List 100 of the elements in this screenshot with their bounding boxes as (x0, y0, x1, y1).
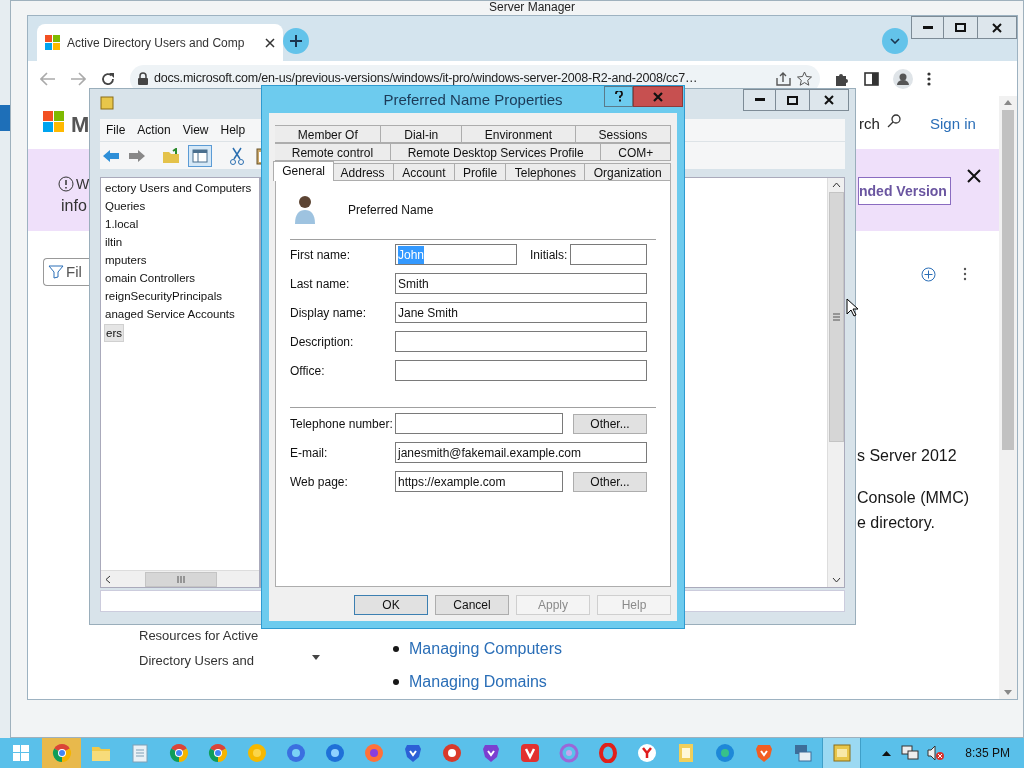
text-field[interactable]: Jane Smith (395, 302, 647, 323)
close-button[interactable] (977, 16, 1017, 39)
scroll-down-icon[interactable] (831, 577, 841, 583)
ring-icon (597, 743, 618, 763)
sign-in-link[interactable]: Sign in (930, 113, 976, 136)
dialog-button[interactable]: OK (354, 595, 428, 615)
search-icon[interactable] (887, 114, 901, 128)
tree-item[interactable]: ers (104, 324, 124, 342)
tree-item[interactable]: mputers (104, 252, 148, 270)
dialog-tab[interactable]: COM+ (601, 143, 671, 161)
tree-item[interactable]: anaged Service Accounts (104, 306, 236, 324)
grip-icon (832, 313, 840, 321)
scroll-thumb[interactable] (1002, 110, 1014, 450)
back-icon[interactable] (40, 71, 56, 86)
add-icon[interactable] (921, 267, 936, 282)
nav-link[interactable]: Directory Users and (139, 651, 254, 671)
help-button[interactable] (604, 86, 633, 107)
ring-icon (558, 743, 579, 763)
forward-icon[interactable] (70, 71, 86, 86)
scissors-icon[interactable] (230, 146, 244, 165)
other-button[interactable]: Other... (573, 413, 647, 434)
filter-field[interactable]: Fil (43, 258, 89, 286)
bullet-icon (393, 646, 399, 652)
dialog-tab[interactable]: Profile (454, 163, 507, 181)
window-title: Server Manager (488, 1, 575, 14)
dialog-tab[interactable]: General (273, 161, 335, 181)
field-label: Last name: (290, 275, 351, 293)
dialog-tab[interactable]: Account (393, 163, 455, 181)
close-icon[interactable] (265, 37, 275, 48)
dialog-tab[interactable]: Remote Desktop Services Profile (390, 143, 602, 161)
minimize-button[interactable] (743, 89, 776, 111)
dialog-tab[interactable]: Member Of (275, 125, 382, 143)
scroll-left-icon[interactable] (105, 574, 111, 584)
tree-item[interactable]: omain Controllers (104, 270, 197, 288)
text-field[interactable]: janesmith@fakemail.example.com (395, 442, 647, 463)
folder-up-icon[interactable] (162, 147, 180, 164)
dialog-tab[interactable]: Sessions (575, 125, 671, 143)
muted-speaker-icon[interactable] (927, 745, 946, 761)
caret-icon[interactable] (312, 655, 320, 660)
dialog-tab[interactable]: Address (332, 163, 394, 181)
scroll-thumb[interactable] (828, 192, 844, 442)
nav-link[interactable]: Resources for Active (139, 626, 259, 646)
side-panel-icon[interactable] (864, 71, 879, 86)
tree-item[interactable]: reignSecurityPrincipals (104, 288, 223, 306)
text-field[interactable] (395, 360, 647, 381)
taskbar-app[interactable] (822, 738, 861, 768)
page-link[interactable]: Managing Domains (409, 670, 547, 694)
logo-text: M (71, 111, 90, 139)
minimize-icon (754, 98, 765, 102)
tree-item[interactable]: Queries (104, 198, 147, 216)
dialog-button[interactable]: Cancel (435, 595, 509, 615)
maximize-button[interactable] (944, 16, 977, 39)
dialog-tab[interactable]: Dial-in (381, 125, 462, 143)
text-field[interactable] (570, 244, 647, 265)
close-icon (824, 95, 834, 105)
text-field[interactable] (395, 331, 647, 352)
minimize-button[interactable] (911, 16, 944, 39)
dialog-tab[interactable]: Remote control (275, 143, 391, 161)
field-label: Web page: (290, 473, 349, 491)
taskbar-app[interactable] (42, 738, 81, 768)
browser-tab[interactable]: Active Directory Users and Comp (37, 24, 283, 61)
forward-icon[interactable] (128, 148, 146, 163)
share-icon[interactable] (776, 71, 791, 86)
text-field[interactable]: Smith (395, 273, 647, 294)
dialog-tab[interactable]: Telephones (506, 163, 586, 181)
browser-icon (51, 743, 72, 763)
menu-item[interactable]: Action (137, 121, 171, 139)
view-version-button[interactable]: nded Version (858, 177, 951, 205)
text-field[interactable] (395, 413, 563, 434)
tree-item[interactable]: 1.local (104, 216, 140, 234)
text-field[interactable]: https://example.com (395, 471, 563, 492)
page-link[interactable]: Managing Computers (409, 637, 562, 661)
close-icon[interactable] (967, 169, 981, 183)
tree-item[interactable]: iltin (104, 234, 124, 252)
profile-icon[interactable] (893, 68, 913, 89)
search-label[interactable]: rch (859, 113, 880, 136)
other-button[interactable]: Other... (573, 471, 647, 492)
menu-icon[interactable] (927, 71, 931, 86)
menu-item[interactable]: File (106, 121, 126, 139)
network-icon[interactable] (901, 745, 920, 761)
menu-item[interactable]: Help (220, 121, 246, 139)
close-button[interactable] (809, 89, 849, 111)
new-tab-button[interactable] (283, 28, 309, 54)
more-icon[interactable] (963, 267, 967, 281)
browser-icon (168, 743, 189, 763)
menu-item[interactable]: View (182, 121, 209, 139)
maximize-icon (787, 95, 798, 105)
reload-icon[interactable] (100, 70, 116, 87)
dialog-tab[interactable]: Organization (585, 163, 671, 181)
maximize-button[interactable] (776, 89, 809, 111)
tab-search-button[interactable] (882, 28, 908, 54)
browser-icon (714, 743, 735, 763)
scroll-thumb[interactable] (145, 571, 217, 587)
tree-toggle-button[interactable] (188, 144, 212, 167)
back-icon[interactable] (102, 148, 120, 163)
tree-item[interactable]: ectory Users and Computers (104, 180, 253, 198)
scroll-up-icon[interactable] (831, 182, 841, 188)
chevron-up-icon[interactable] (882, 750, 892, 756)
star-icon[interactable] (797, 71, 812, 86)
dialog-tab[interactable]: Environment (461, 125, 576, 143)
